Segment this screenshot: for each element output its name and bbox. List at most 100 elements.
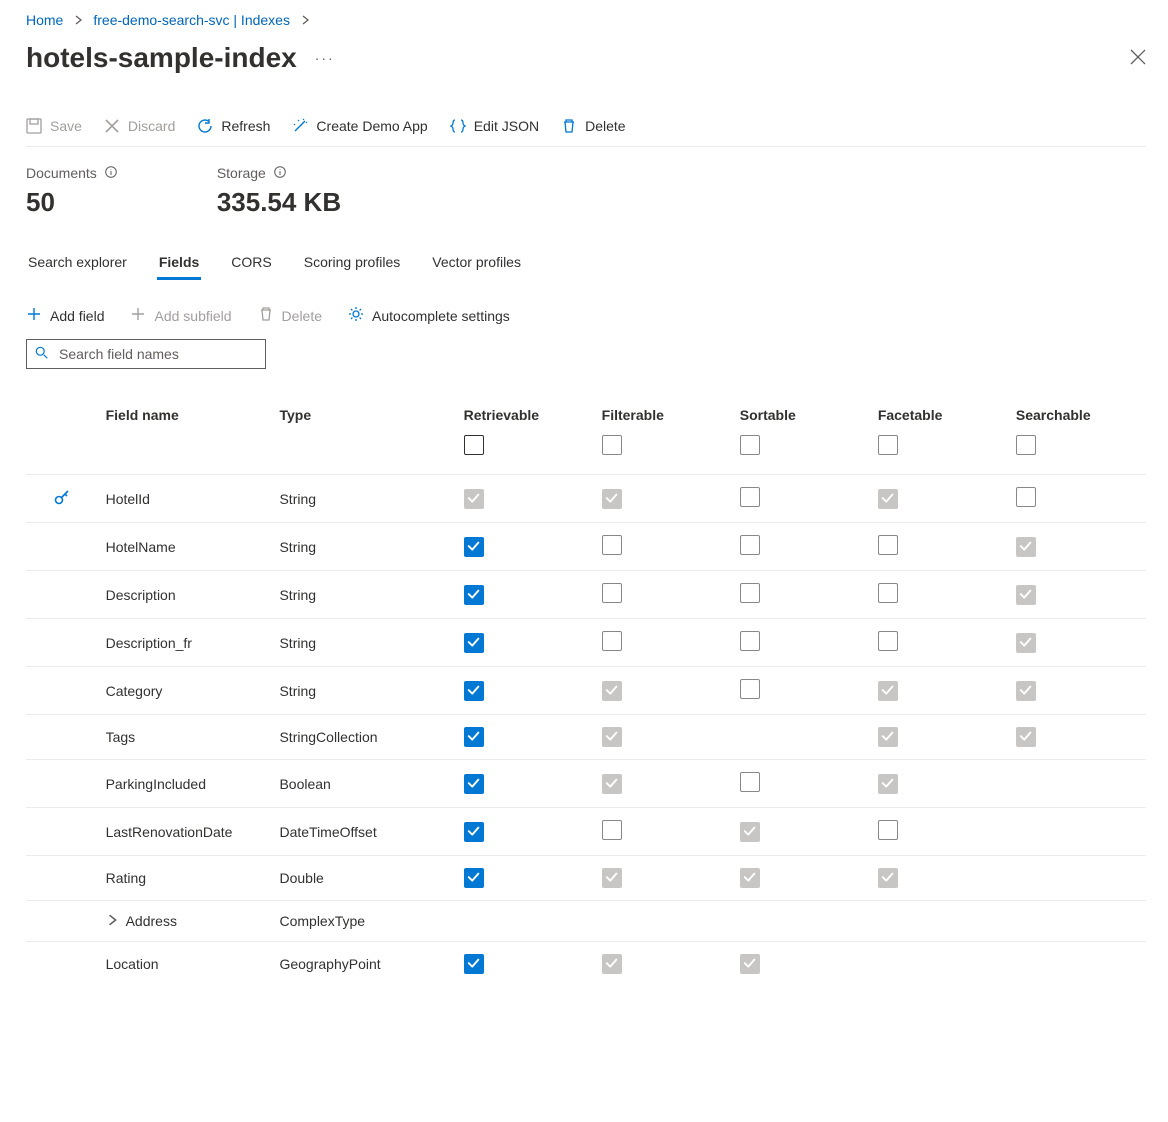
checkbox-searchable[interactable] xyxy=(1016,537,1036,557)
tab-fields[interactable]: Fields xyxy=(157,248,201,280)
table-row[interactable]: LastRenovationDate DateTimeOffset xyxy=(26,808,1146,856)
checkbox-facetable[interactable] xyxy=(878,583,898,603)
field-name: Tags xyxy=(106,729,136,745)
checkbox-filterable[interactable] xyxy=(602,489,622,509)
col-sortable: Sortable xyxy=(732,397,870,433)
command-bar: Save Discard Refresh Create Demo App Edi… xyxy=(26,118,1146,147)
storage-label: Storage xyxy=(217,165,266,181)
table-row[interactable]: Rating Double xyxy=(26,856,1146,901)
checkbox-filterable[interactable] xyxy=(602,868,622,888)
stats-row: Documents 50 Storage 335.54 KB xyxy=(26,165,1146,218)
checkbox-sortable[interactable] xyxy=(740,535,760,555)
col-facetable: Facetable xyxy=(870,397,1008,433)
checkbox-sortable[interactable] xyxy=(740,954,760,974)
more-actions-button[interactable]: ··· xyxy=(315,50,335,66)
search-input[interactable] xyxy=(57,345,257,363)
checkbox-filterable[interactable] xyxy=(602,774,622,794)
checkbox-retrievable[interactable] xyxy=(464,537,484,557)
fields-toolbar: Add field Add subfield Delete Autocomple… xyxy=(26,306,1146,325)
col-filterable: Filterable xyxy=(594,397,732,433)
checkbox-sortable[interactable] xyxy=(740,487,760,507)
checkbox-facetable[interactable] xyxy=(878,820,898,840)
table-row[interactable]: HotelId String xyxy=(26,475,1146,523)
checkbox-sortable[interactable] xyxy=(740,679,760,699)
breadcrumb-home[interactable]: Home xyxy=(26,12,63,28)
search-field-names[interactable] xyxy=(26,339,266,369)
table-row[interactable]: Location GeographyPoint xyxy=(26,942,1146,987)
checkbox-facetable[interactable] xyxy=(878,631,898,651)
checkbox-sortable[interactable] xyxy=(740,772,760,792)
table-row[interactable]: HotelName String xyxy=(26,523,1146,571)
info-icon[interactable] xyxy=(274,165,286,181)
checkbox-filterable[interactable] xyxy=(602,820,622,840)
delete-button[interactable]: Delete xyxy=(561,118,625,134)
select-all-searchable[interactable] xyxy=(1016,435,1036,455)
select-all-filterable[interactable] xyxy=(602,435,622,455)
checkbox-retrievable[interactable] xyxy=(464,868,484,888)
select-all-sortable[interactable] xyxy=(740,435,760,455)
field-name: Category xyxy=(106,683,163,699)
checkbox-retrievable[interactable] xyxy=(464,633,484,653)
add-field-label: Add field xyxy=(50,308,104,324)
checkbox-sortable[interactable] xyxy=(740,631,760,651)
delete-field-label: Delete xyxy=(282,308,322,324)
discard-label: Discard xyxy=(128,118,175,134)
select-all-facetable[interactable] xyxy=(878,435,898,455)
autocomplete-settings-button[interactable]: Autocomplete settings xyxy=(348,306,510,325)
key-icon xyxy=(53,493,71,509)
tab-scoring-profiles[interactable]: Scoring profiles xyxy=(302,248,403,280)
gear-icon xyxy=(348,306,364,325)
table-row[interactable]: Description_fr String xyxy=(26,619,1146,667)
checkbox-facetable[interactable] xyxy=(878,868,898,888)
checkbox-facetable[interactable] xyxy=(878,489,898,509)
checkbox-retrievable[interactable] xyxy=(464,727,484,747)
table-row[interactable]: Tags StringCollection xyxy=(26,715,1146,760)
field-name: LastRenovationDate xyxy=(106,824,233,840)
checkbox-searchable[interactable] xyxy=(1016,633,1036,653)
checkbox-facetable[interactable] xyxy=(878,727,898,747)
checkbox-retrievable[interactable] xyxy=(464,954,484,974)
checkbox-filterable[interactable] xyxy=(602,583,622,603)
table-row[interactable]: Address ComplexType xyxy=(26,901,1146,942)
refresh-button[interactable]: Refresh xyxy=(197,118,270,134)
add-subfield-button: Add subfield xyxy=(130,306,231,325)
table-row[interactable]: ParkingIncluded Boolean xyxy=(26,760,1146,808)
checkbox-filterable[interactable] xyxy=(602,681,622,701)
checkbox-retrievable[interactable] xyxy=(464,822,484,842)
close-button[interactable] xyxy=(1130,49,1146,68)
info-icon[interactable] xyxy=(105,165,117,181)
edit-json-button[interactable]: Edit JSON xyxy=(450,118,539,134)
checkbox-searchable[interactable] xyxy=(1016,727,1036,747)
field-name: Description_fr xyxy=(106,635,192,651)
checkbox-filterable[interactable] xyxy=(602,727,622,747)
create-demo-app-button[interactable]: Create Demo App xyxy=(292,118,427,134)
checkbox-filterable[interactable] xyxy=(602,954,622,974)
tab-vector-profiles[interactable]: Vector profiles xyxy=(430,248,523,280)
checkbox-retrievable[interactable] xyxy=(464,585,484,605)
checkbox-filterable[interactable] xyxy=(602,631,622,651)
select-all-retrievable[interactable] xyxy=(464,435,484,455)
checkbox-facetable[interactable] xyxy=(878,681,898,701)
field-type: String xyxy=(271,571,455,619)
checkbox-searchable[interactable] xyxy=(1016,585,1036,605)
checkbox-sortable[interactable] xyxy=(740,868,760,888)
save-label: Save xyxy=(50,118,82,134)
checkbox-searchable[interactable] xyxy=(1016,487,1036,507)
tab-cors[interactable]: CORS xyxy=(229,248,273,280)
trash-icon xyxy=(561,118,577,134)
add-field-button[interactable]: Add field xyxy=(26,306,104,325)
checkbox-retrievable[interactable] xyxy=(464,774,484,794)
breadcrumb-path[interactable]: free-demo-search-svc | Indexes xyxy=(93,12,290,28)
checkbox-filterable[interactable] xyxy=(602,535,622,555)
table-row[interactable]: Description String xyxy=(26,571,1146,619)
checkbox-searchable[interactable] xyxy=(1016,681,1036,701)
checkbox-sortable[interactable] xyxy=(740,583,760,603)
tab-search-explorer[interactable]: Search explorer xyxy=(26,248,129,280)
table-row[interactable]: Category String xyxy=(26,667,1146,715)
checkbox-facetable[interactable] xyxy=(878,535,898,555)
checkbox-retrievable[interactable] xyxy=(464,489,484,509)
checkbox-sortable[interactable] xyxy=(740,822,760,842)
chevron-right-icon[interactable] xyxy=(106,913,126,929)
checkbox-facetable[interactable] xyxy=(878,774,898,794)
checkbox-retrievable[interactable] xyxy=(464,681,484,701)
